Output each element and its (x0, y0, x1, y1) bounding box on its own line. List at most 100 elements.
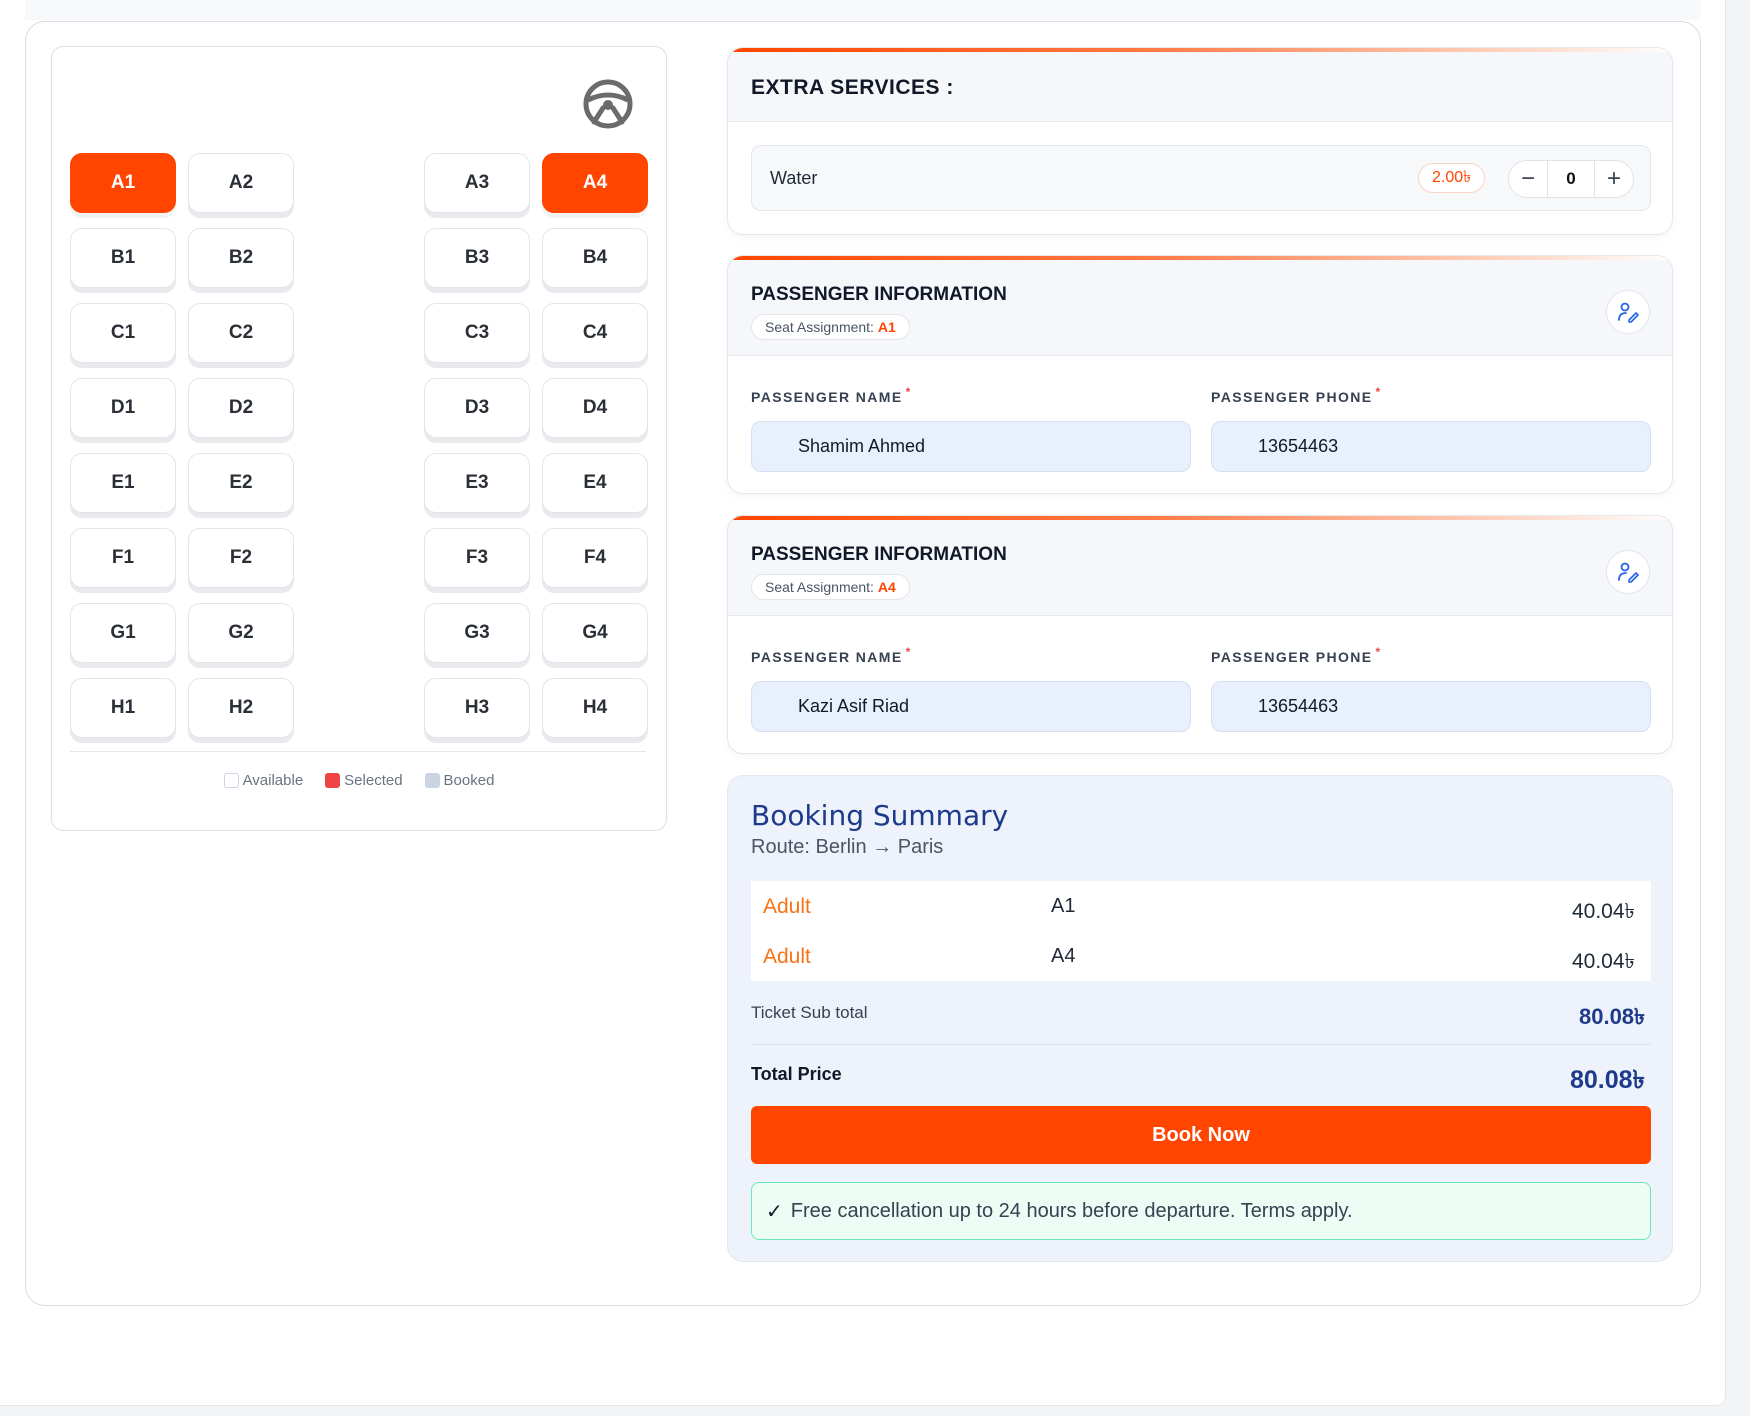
edit-passenger-button[interactable] (1606, 550, 1650, 594)
seat-e1[interactable]: E1 (70, 453, 176, 513)
extra-services-title: EXTRA SERVICES : (751, 76, 954, 99)
extra-services-card: EXTRA SERVICES : Water 2.00৳ − 0 + (727, 47, 1673, 235)
cancellation-text: Free cancellation up to 24 hours before … (790, 1199, 1353, 1222)
seat-c2[interactable]: C2 (188, 303, 294, 363)
user-edit-icon (1618, 302, 1639, 323)
seat-assignment-code: A1 (877, 319, 896, 335)
seat-f1[interactable]: F1 (70, 528, 176, 588)
service-item-water: Water 2.00৳ − 0 + (751, 145, 1651, 211)
seat-h1[interactable]: H1 (70, 678, 176, 738)
ticket-seat: A4 (1051, 945, 1076, 967)
summary-line: Adult A4 40.04৳ (751, 931, 1651, 981)
legend-selected: Selected (325, 772, 403, 789)
ticket-price: 40.04৳ (1571, 900, 1635, 923)
ticket-price: 40.04৳ (1571, 950, 1635, 973)
increment-button[interactable]: + (1595, 160, 1633, 198)
passenger-phone-label: PASSENGER PHONE * (1211, 645, 1382, 665)
passenger-phone-input[interactable] (1211, 421, 1651, 472)
legend-booked-label: Booked (443, 772, 495, 789)
seat-f4[interactable]: F4 (542, 528, 648, 588)
seat-a4[interactable]: A4 (542, 153, 648, 213)
top-strip (25, 0, 1701, 20)
seat-b1[interactable]: B1 (70, 228, 176, 288)
service-name: Water (770, 168, 818, 188)
legend-available: Available (223, 772, 304, 789)
legend-available-label: Available (242, 772, 304, 789)
seat-f2[interactable]: F2 (188, 528, 294, 588)
subtotal-label: Ticket Sub total (751, 1003, 868, 1022)
seat-assignment-label: Seat Assignment: (765, 579, 874, 595)
seat-c3[interactable]: C3 (424, 303, 530, 363)
edit-passenger-button[interactable] (1606, 290, 1650, 334)
seat-b3[interactable]: B3 (424, 228, 530, 288)
passenger-card-2: PASSENGER INFORMATION Seat Assignment: A… (727, 515, 1673, 754)
checkmark-icon: ✓ (766, 1200, 783, 1223)
seat-g1[interactable]: G1 (70, 603, 176, 663)
ticket-type: Adult (763, 945, 811, 968)
service-price-badge: 2.00৳ (1418, 163, 1486, 193)
steering-wheel-icon (582, 78, 634, 130)
passenger-header: PASSENGER INFORMATION Seat Assignment: A… (728, 520, 1672, 616)
user-edit-icon (1618, 562, 1639, 583)
legend-booked-swatch (424, 773, 440, 788)
summary-ticket-table: Adult A1 40.04৳ Adult A4 40.04৳ (751, 881, 1651, 981)
summary-divider (751, 1044, 1651, 1045)
summary-title: Booking Summary (751, 799, 1009, 832)
summary-line: Adult A1 40.04৳ (751, 881, 1651, 931)
passenger-card-1: PASSENGER INFORMATION Seat Assignment: A… (727, 255, 1673, 494)
book-now-button[interactable]: Book Now (751, 1106, 1651, 1164)
seat-c4[interactable]: C4 (542, 303, 648, 363)
seat-assignment-badge: Seat Assignment: A4 (751, 574, 910, 600)
total-value: 80.08৳ (1569, 1066, 1645, 1094)
subtotal-value: 80.08৳ (1578, 1004, 1645, 1029)
seat-f3[interactable]: F3 (424, 528, 530, 588)
seat-d1[interactable]: D1 (70, 378, 176, 438)
passenger-name-input[interactable] (751, 681, 1191, 732)
seat-d2[interactable]: D2 (188, 378, 294, 438)
passenger-title: PASSENGER INFORMATION (751, 544, 1007, 565)
legend-selected-label: Selected (344, 772, 403, 789)
passenger-name-label: PASSENGER NAME * (751, 385, 912, 405)
passenger-phone-label: PASSENGER PHONE * (1211, 385, 1382, 405)
quantity-stepper: − 0 + (1508, 160, 1634, 198)
seat-legend: Available Selected Booked (51, 772, 667, 789)
decrement-button[interactable]: − (1509, 160, 1547, 198)
seat-assignment-code: A4 (877, 579, 896, 595)
seat-assignment-badge: Seat Assignment: A1 (751, 314, 910, 340)
seat-a1[interactable]: A1 (70, 153, 176, 213)
seat-c1[interactable]: C1 (70, 303, 176, 363)
legend-available-swatch (223, 773, 239, 788)
ticket-seat: A1 (1051, 895, 1076, 917)
cancellation-note: ✓ Free cancellation up to 24 hours befor… (751, 1182, 1651, 1240)
seat-g4[interactable]: G4 (542, 603, 648, 663)
seat-b2[interactable]: B2 (188, 228, 294, 288)
ticket-type: Adult (763, 895, 811, 918)
seat-assignment-label: Seat Assignment: (765, 319, 874, 335)
seat-map-divider (70, 751, 646, 752)
passenger-header: PASSENGER INFORMATION Seat Assignment: A… (728, 260, 1672, 356)
seat-h4[interactable]: H4 (542, 678, 648, 738)
seat-a2[interactable]: A2 (188, 153, 294, 213)
seat-e4[interactable]: E4 (542, 453, 648, 513)
passenger-name-input[interactable] (751, 421, 1191, 472)
legend-selected-swatch (325, 773, 341, 788)
seat-d4[interactable]: D4 (542, 378, 648, 438)
total-label: Total Price (751, 1064, 842, 1084)
passenger-phone-input[interactable] (1211, 681, 1651, 732)
seat-b4[interactable]: B4 (542, 228, 648, 288)
quantity-value[interactable]: 0 (1547, 160, 1595, 198)
seat-a3[interactable]: A3 (424, 153, 530, 213)
seat-g3[interactable]: G3 (424, 603, 530, 663)
extra-services-header: EXTRA SERVICES : (728, 52, 1672, 122)
seat-e2[interactable]: E2 (188, 453, 294, 513)
passenger-name-label: PASSENGER NAME * (751, 645, 912, 665)
summary-route: Route: Berlin → Paris (751, 836, 944, 858)
booking-summary: Booking Summary Route: Berlin → Paris Ad… (727, 775, 1673, 1262)
seat-d3[interactable]: D3 (424, 378, 530, 438)
legend-booked: Booked (424, 772, 495, 789)
passenger-title: PASSENGER INFORMATION (751, 284, 1007, 305)
seat-h2[interactable]: H2 (188, 678, 294, 738)
seat-e3[interactable]: E3 (424, 453, 530, 513)
seat-g2[interactable]: G2 (188, 603, 294, 663)
seat-h3[interactable]: H3 (424, 678, 530, 738)
